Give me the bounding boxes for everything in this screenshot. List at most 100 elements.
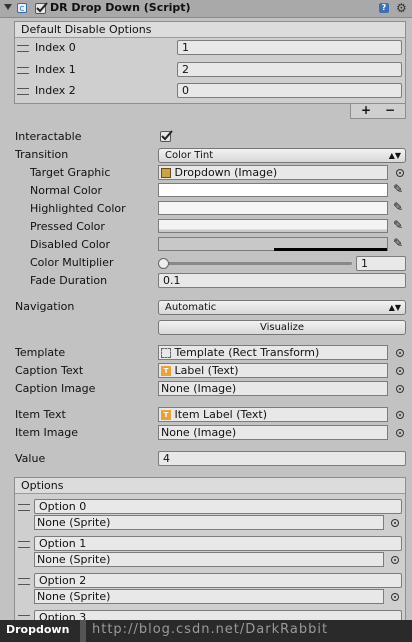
target-graphic-label: Target Graphic bbox=[30, 166, 111, 179]
object-picker-icon[interactable] bbox=[396, 429, 404, 437]
drag-handle-icon[interactable] bbox=[18, 541, 30, 548]
slider-thumb[interactable] bbox=[158, 258, 169, 269]
list-title: Default Disable Options bbox=[21, 23, 152, 36]
list-header: Default Disable Options bbox=[15, 22, 405, 38]
option-text-field[interactable]: Option 0 bbox=[34, 499, 402, 514]
list-title: Options bbox=[21, 479, 64, 492]
script-icon: C bbox=[17, 3, 27, 13]
drag-handle-icon[interactable] bbox=[18, 578, 30, 585]
item-text-label: Item Text bbox=[15, 408, 66, 421]
color-multiplier-label: Color Multiplier bbox=[30, 256, 114, 269]
navigation-label: Navigation bbox=[15, 300, 75, 313]
caption-text-label: Caption Text bbox=[15, 364, 84, 377]
template-value: Template (Rect Transform) bbox=[174, 346, 320, 359]
footer-title: Dropdown bbox=[6, 623, 70, 636]
footer-divider bbox=[80, 620, 86, 642]
navigation-dropdown[interactable]: Automatic ▲▼ bbox=[158, 300, 406, 315]
pressed-color-label: Pressed Color bbox=[30, 220, 105, 233]
list-header: Options bbox=[15, 478, 405, 494]
options-list: Options Option 0 None (Sprite) Option 1 … bbox=[14, 477, 406, 627]
object-picker-icon[interactable] bbox=[391, 556, 399, 564]
caption-image-label: Caption Image bbox=[15, 382, 96, 395]
option-text-field[interactable]: Option 1 bbox=[34, 536, 402, 551]
index-2-field[interactable]: 0 bbox=[177, 83, 402, 98]
visualize-button[interactable]: Visualize bbox=[158, 320, 406, 335]
chevron-down-icon: ▲▼ bbox=[388, 151, 401, 160]
checkmark-icon bbox=[36, 2, 48, 13]
list-footer: + − bbox=[350, 103, 406, 119]
normal-color-label: Normal Color bbox=[30, 184, 103, 197]
index-label: Index 0 bbox=[35, 41, 76, 54]
drag-handle-icon[interactable] bbox=[17, 45, 29, 52]
drag-handle-icon[interactable] bbox=[17, 67, 29, 74]
template-field[interactable]: Template (Rect Transform) bbox=[158, 345, 388, 360]
alpha-bar bbox=[274, 248, 387, 251]
caption-text-field[interactable]: T Label (Text) bbox=[158, 363, 388, 378]
caption-image-field[interactable]: None (Image) bbox=[158, 381, 388, 396]
object-picker-icon[interactable] bbox=[396, 349, 404, 357]
object-picker-icon[interactable] bbox=[396, 411, 404, 419]
index-1-field[interactable]: 2 bbox=[177, 62, 402, 77]
transition-dropdown[interactable]: Color Tint ▲▼ bbox=[158, 148, 406, 163]
object-picker-icon[interactable] bbox=[391, 593, 399, 601]
color-multiplier-slider-track[interactable] bbox=[162, 262, 352, 265]
eyedropper-icon[interactable]: ✎ bbox=[393, 218, 403, 232]
object-picker-icon[interactable] bbox=[396, 367, 404, 375]
default-disable-options-list: Default Disable Options Index 0 1 Index … bbox=[14, 21, 406, 104]
checkmark-icon bbox=[161, 130, 173, 141]
disabled-color-swatch[interactable] bbox=[158, 237, 388, 251]
object-picker-icon[interactable] bbox=[396, 169, 404, 177]
help-icon[interactable]: ? bbox=[379, 3, 389, 13]
option-sprite-field[interactable]: None (Sprite) bbox=[34, 552, 384, 567]
target-graphic-value: Dropdown (Image) bbox=[174, 166, 278, 179]
highlighted-color-label: Highlighted Color bbox=[30, 202, 126, 215]
rect-transform-icon bbox=[161, 348, 171, 358]
index-label: Index 2 bbox=[35, 84, 76, 97]
fade-duration-field[interactable]: 0.1 bbox=[158, 273, 406, 288]
transition-label: Transition bbox=[15, 148, 69, 161]
add-item-button[interactable]: + bbox=[361, 103, 371, 117]
object-picker-icon[interactable] bbox=[396, 385, 404, 393]
eyedropper-icon[interactable]: ✎ bbox=[393, 236, 403, 250]
component-title: DR Drop Down (Script) bbox=[50, 1, 191, 14]
highlighted-color-swatch[interactable] bbox=[158, 201, 388, 215]
item-image-field[interactable]: None (Image) bbox=[158, 425, 388, 440]
value-field[interactable]: 4 bbox=[158, 451, 406, 466]
component-enabled-checkbox[interactable] bbox=[35, 2, 48, 14]
interactable-label: Interactable bbox=[15, 130, 82, 143]
disabled-color-label: Disabled Color bbox=[30, 238, 111, 251]
option-sprite-field[interactable]: None (Sprite) bbox=[34, 589, 384, 604]
drag-handle-icon[interactable] bbox=[17, 88, 29, 95]
eyedropper-icon[interactable]: ✎ bbox=[393, 182, 403, 196]
interactable-checkbox[interactable] bbox=[160, 130, 173, 142]
text-icon: T bbox=[161, 410, 171, 420]
option-text-field[interactable]: Option 2 bbox=[34, 573, 402, 588]
index-label: Index 1 bbox=[35, 63, 76, 76]
index-0-field[interactable]: 1 bbox=[177, 40, 402, 55]
normal-color-swatch[interactable] bbox=[158, 183, 388, 197]
color-multiplier-field[interactable]: 1 bbox=[356, 256, 406, 271]
transition-value: Color Tint bbox=[165, 150, 214, 161]
navigation-value: Automatic bbox=[165, 302, 217, 313]
item-text-value: Item Label (Text) bbox=[174, 408, 268, 421]
item-text-field[interactable]: T Item Label (Text) bbox=[158, 407, 388, 422]
chevron-down-icon: ▲▼ bbox=[388, 303, 401, 312]
template-label: Template bbox=[15, 346, 66, 359]
value-label: Value bbox=[15, 452, 46, 465]
text-icon: T bbox=[161, 366, 171, 376]
pressed-color-swatch[interactable] bbox=[158, 219, 388, 233]
watermark-text: http://blog.csdn.net/DarkRabbit bbox=[92, 622, 329, 637]
preview-footer: Dropdown http://blog.csdn.net/DarkRabbit bbox=[0, 620, 412, 642]
foldout-arrow-icon[interactable] bbox=[4, 4, 12, 10]
eyedropper-icon[interactable]: ✎ bbox=[393, 200, 403, 214]
fade-duration-label: Fade Duration bbox=[30, 274, 108, 287]
drag-handle-icon[interactable] bbox=[18, 504, 30, 511]
target-graphic-field[interactable]: Dropdown (Image) bbox=[158, 165, 388, 180]
object-picker-icon[interactable] bbox=[391, 519, 399, 527]
settings-gear-icon[interactable]: ⚙ bbox=[396, 1, 407, 15]
component-header: C DR Drop Down (Script) ? ⚙ bbox=[0, 0, 412, 18]
remove-item-button[interactable]: − bbox=[385, 103, 395, 117]
option-sprite-field[interactable]: None (Sprite) bbox=[34, 515, 384, 530]
item-image-label: Item Image bbox=[15, 426, 78, 439]
image-icon bbox=[161, 168, 171, 178]
